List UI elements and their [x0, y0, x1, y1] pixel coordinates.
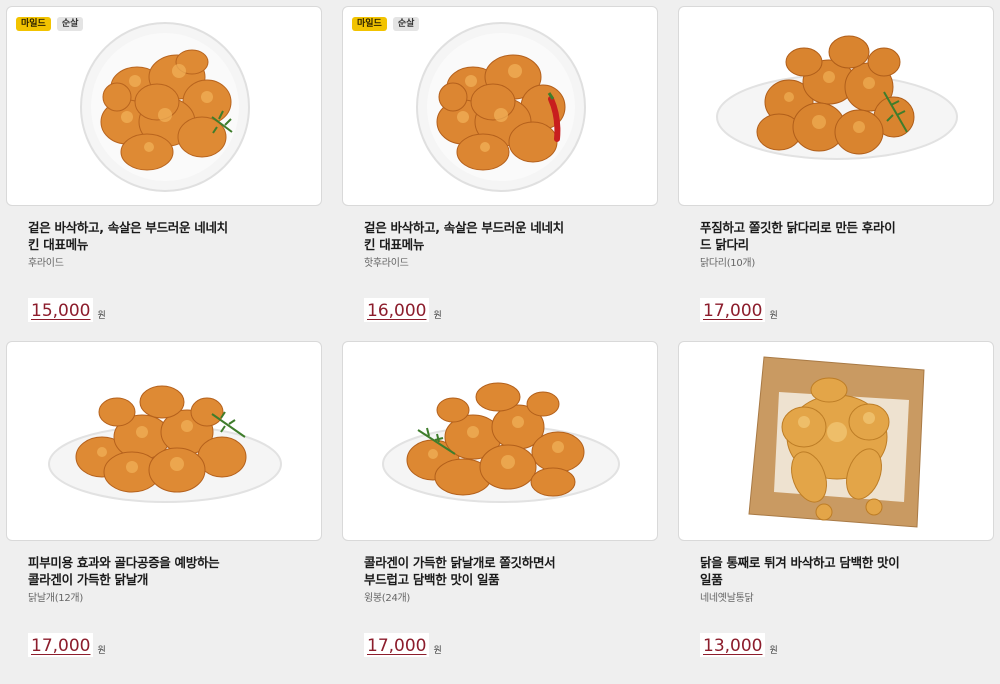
- product-price: 13,000: [700, 633, 766, 657]
- product-description: 겉은 바삭하고, 속살은 부드러운 네네치킨 대표메뉴: [364, 220, 564, 252]
- badge-group: 마일드 순살: [16, 17, 84, 31]
- product-image-box[interactable]: 마일드 순살: [342, 6, 658, 206]
- product-image-box[interactable]: [678, 6, 994, 206]
- currency-unit: 원: [97, 311, 106, 321]
- product-price: 15,000: [28, 298, 94, 322]
- product-description: 콜라겐이 가득한 닭날개로 쫄깃하면서 부드럽고 담백한 맛이 일품: [364, 555, 556, 587]
- currency-unit: 원: [769, 646, 778, 656]
- price-group: 13,000 원: [700, 633, 778, 657]
- product-price: 17,000: [364, 633, 430, 657]
- product-card[interactable]: 콜라겐이 가득한 닭날개로 쫄깃하면서 부드럽고 담백한 맛이 일품 윙봉(24…: [342, 341, 658, 671]
- product-name: 네네옛날통닭: [700, 593, 754, 604]
- product-image-box[interactable]: [678, 341, 994, 541]
- currency-unit: 원: [433, 311, 442, 321]
- currency-unit: 원: [97, 646, 106, 656]
- product-description: 푸짐하고 쫄깃한 닭다리로 만든 후라이드 닭다리: [700, 220, 896, 252]
- product-name: 후라이드: [28, 258, 64, 269]
- product-description: 피부미용 효과와 골다공증을 예방하는 콜라겐이 가득한 닭날개: [28, 555, 220, 587]
- product-name: 윙봉(24개): [364, 593, 411, 604]
- product-grid: 마일드 순살 겉은 바삭하고, 속살은 부드러운 네네치킨 대표메뉴 후라이드 …: [0, 0, 1000, 684]
- product-name: 핫후라이드: [364, 258, 409, 269]
- badge-group: 마일드 순살: [352, 17, 420, 31]
- product-card[interactable]: 닭을 통째로 튀겨 바삭하고 담백한 맛이 일품 네네옛날통닭 13,000 원: [678, 341, 994, 671]
- wings-plate-icon: [48, 385, 282, 503]
- badge-boneless: 순살: [392, 17, 420, 31]
- hot-fried-chicken-plate-icon: [416, 22, 586, 192]
- currency-unit: 원: [433, 646, 442, 656]
- product-card[interactable]: 푸짐하고 쫄깃한 닭다리로 만든 후라이드 닭다리 닭다리(10개) 17,00…: [678, 6, 994, 336]
- product-image-box[interactable]: [6, 341, 322, 541]
- price-group: 17,000 원: [700, 298, 778, 322]
- price-group: 16,000 원: [364, 298, 442, 322]
- product-price: 17,000: [700, 298, 766, 322]
- badge-boneless: 순살: [56, 17, 84, 31]
- wingbong-plate-icon: [382, 382, 620, 503]
- product-name: 닭날개(12개): [28, 593, 83, 604]
- badge-mild: 마일드: [352, 17, 387, 31]
- price-group: 17,000 원: [28, 633, 106, 657]
- badge-mild: 마일드: [16, 17, 51, 31]
- drumsticks-plate-icon: [716, 35, 958, 160]
- product-name: 닭다리(10개): [700, 258, 755, 269]
- product-price: 17,000: [28, 633, 94, 657]
- product-price: 16,000: [364, 298, 430, 322]
- whole-chicken-board-icon: [748, 356, 925, 528]
- fried-chicken-plate-icon: [80, 22, 250, 192]
- currency-unit: 원: [769, 311, 778, 321]
- product-description: 겉은 바삭하고, 속살은 부드러운 네네치킨 대표메뉴: [28, 220, 228, 252]
- product-description: 닭을 통째로 튀겨 바삭하고 담백한 맛이 일품: [700, 555, 900, 587]
- product-image-box[interactable]: [342, 341, 658, 541]
- product-card[interactable]: 마일드 순살 겉은 바삭하고, 속살은 부드러운 네네치킨 대표메뉴 핫후라이드…: [342, 6, 658, 336]
- product-card[interactable]: 마일드 순살 겉은 바삭하고, 속살은 부드러운 네네치킨 대표메뉴 후라이드 …: [6, 6, 322, 336]
- product-card[interactable]: 피부미용 효과와 골다공증을 예방하는 콜라겐이 가득한 닭날개 닭날개(12개…: [6, 341, 322, 671]
- price-group: 15,000 원: [28, 298, 106, 322]
- product-image-box[interactable]: 마일드 순살: [6, 6, 322, 206]
- price-group: 17,000 원: [364, 633, 442, 657]
